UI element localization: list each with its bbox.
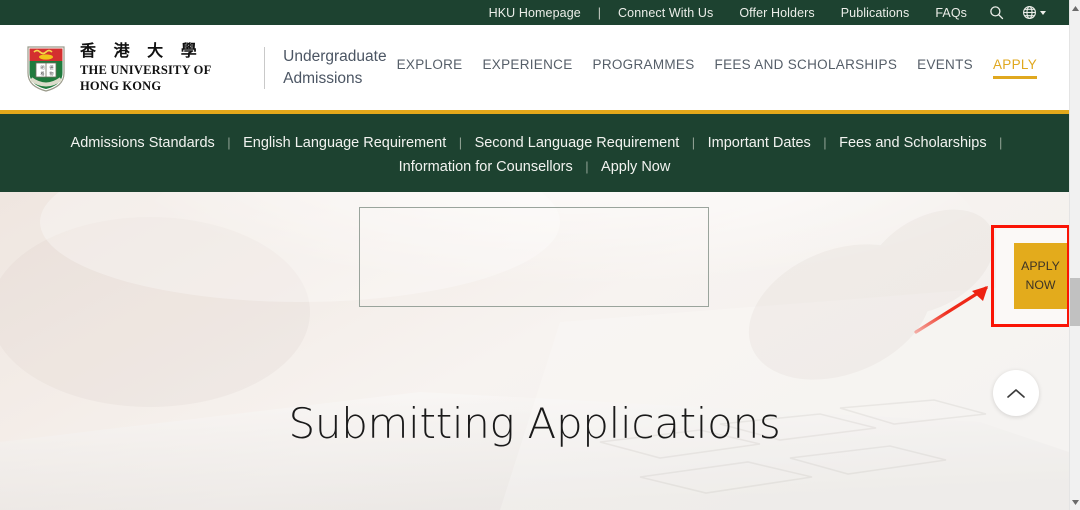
subnav-separator: | (227, 135, 231, 150)
utility-link-hku-homepage[interactable]: HKU Homepage (489, 6, 581, 20)
subnav-item-apply-now[interactable]: Apply Now (601, 159, 670, 175)
globe-icon[interactable] (1022, 5, 1046, 20)
brand-subtitle-line2: Admissions (283, 69, 363, 87)
svg-text:格: 格 (41, 70, 45, 76)
svg-text:德: 德 (50, 64, 54, 70)
vertical-scrollbar[interactable] (1069, 0, 1080, 510)
svg-text:物: 物 (50, 70, 54, 76)
brand-divider (264, 46, 266, 89)
apply-now-label-line1: APPLY (1021, 258, 1060, 273)
nav-item-programmes[interactable]: PROGRAMMES (593, 57, 695, 79)
subnav-separator: | (999, 135, 1003, 150)
subnav-item-admissions-standards[interactable]: Admissions Standards (71, 135, 215, 151)
nav-item-events[interactable]: EVENTS (917, 57, 973, 79)
subnav-separator: | (585, 159, 589, 174)
section-nav-row-2: Information for Counsellors | Apply Now (0, 155, 1069, 179)
utility-bar: HKU Homepage | Connect With Us Offer Hol… (0, 0, 1069, 25)
scroll-up-arrow-icon[interactable] (1070, 2, 1080, 14)
hku-crest-icon: 明 德 格 物 (27, 45, 65, 92)
chevron-down-icon (1040, 10, 1046, 15)
scrollbar-thumb[interactable] (1070, 278, 1080, 326)
svg-text:明: 明 (41, 65, 45, 70)
brand-text: 香 港 大 學 THE UNIVERSITY OF HONG KONG (80, 41, 244, 95)
subnav-item-important-dates[interactable]: Important Dates (708, 135, 811, 151)
nav-item-fees-and-scholarships[interactable]: FEES AND SCHOLARSHIPS (715, 57, 898, 79)
apply-now-label-line2: NOW (1025, 278, 1056, 292)
utility-separator: | (597, 5, 602, 20)
brand-lockup[interactable]: 明 德 格 物 香 港 大 學 THE UNIVERSITY OF HONG K… (0, 41, 387, 95)
main-navigation: EXPLORE EXPERIENCE PROGRAMMES FEES AND S… (387, 57, 1069, 79)
browser-page: HKU Homepage | Connect With Us Offer Hol… (0, 0, 1080, 510)
subnav-separator: | (691, 135, 696, 150)
hero-section: Submitting Applications Before you submi… (0, 192, 1069, 510)
utility-link-faqs[interactable]: FAQs (935, 6, 967, 20)
subnav-separator: | (823, 135, 827, 150)
page-title: Submitting Applications (288, 399, 781, 448)
utility-link-connect-with-us[interactable]: Connect With Us (618, 6, 713, 20)
brand-name-english: THE UNIVERSITY OF HONG KONG (80, 62, 211, 93)
search-icon[interactable] (989, 5, 1004, 20)
subnav-item-fees-and-scholarships[interactable]: Fees and Scholarships (839, 135, 987, 151)
utility-link-offer-holders[interactable]: Offer Holders (739, 6, 814, 20)
brand-subtitle-line1: Undergraduate (283, 47, 387, 65)
subnav-item-second-language-requirement[interactable]: Second Language Requirement (475, 135, 680, 151)
subnav-separator: | (458, 135, 463, 150)
chevron-up-icon (1007, 388, 1025, 398)
nav-item-explore[interactable]: EXPLORE (397, 57, 463, 79)
utility-link-publications[interactable]: Publications (841, 6, 910, 20)
nav-item-apply[interactable]: APPLY (992, 57, 1038, 79)
back-to-top-button[interactable] (993, 370, 1039, 416)
hero-title-frame (359, 207, 709, 307)
section-nav-row-1: Admissions Standards | English Language … (0, 131, 1069, 155)
nav-item-experience[interactable]: EXPERIENCE (482, 57, 572, 79)
site-header: 明 德 格 物 香 港 大 學 THE UNIVERSITY OF HONG K… (0, 25, 1069, 110)
subnav-item-english-language-requirement[interactable]: English Language Requirement (243, 135, 446, 151)
subnav-item-information-for-counsellors[interactable]: Information for Counsellors (399, 159, 573, 175)
scroll-down-arrow-icon[interactable] (1070, 496, 1080, 508)
section-navigation: Admissions Standards | English Language … (0, 114, 1069, 192)
brand-name-chinese: 香 港 大 學 (80, 40, 203, 60)
apply-now-button[interactable]: APPLY NOW (1014, 243, 1067, 309)
brand-subtitle: Undergraduate Admissions (283, 46, 386, 90)
